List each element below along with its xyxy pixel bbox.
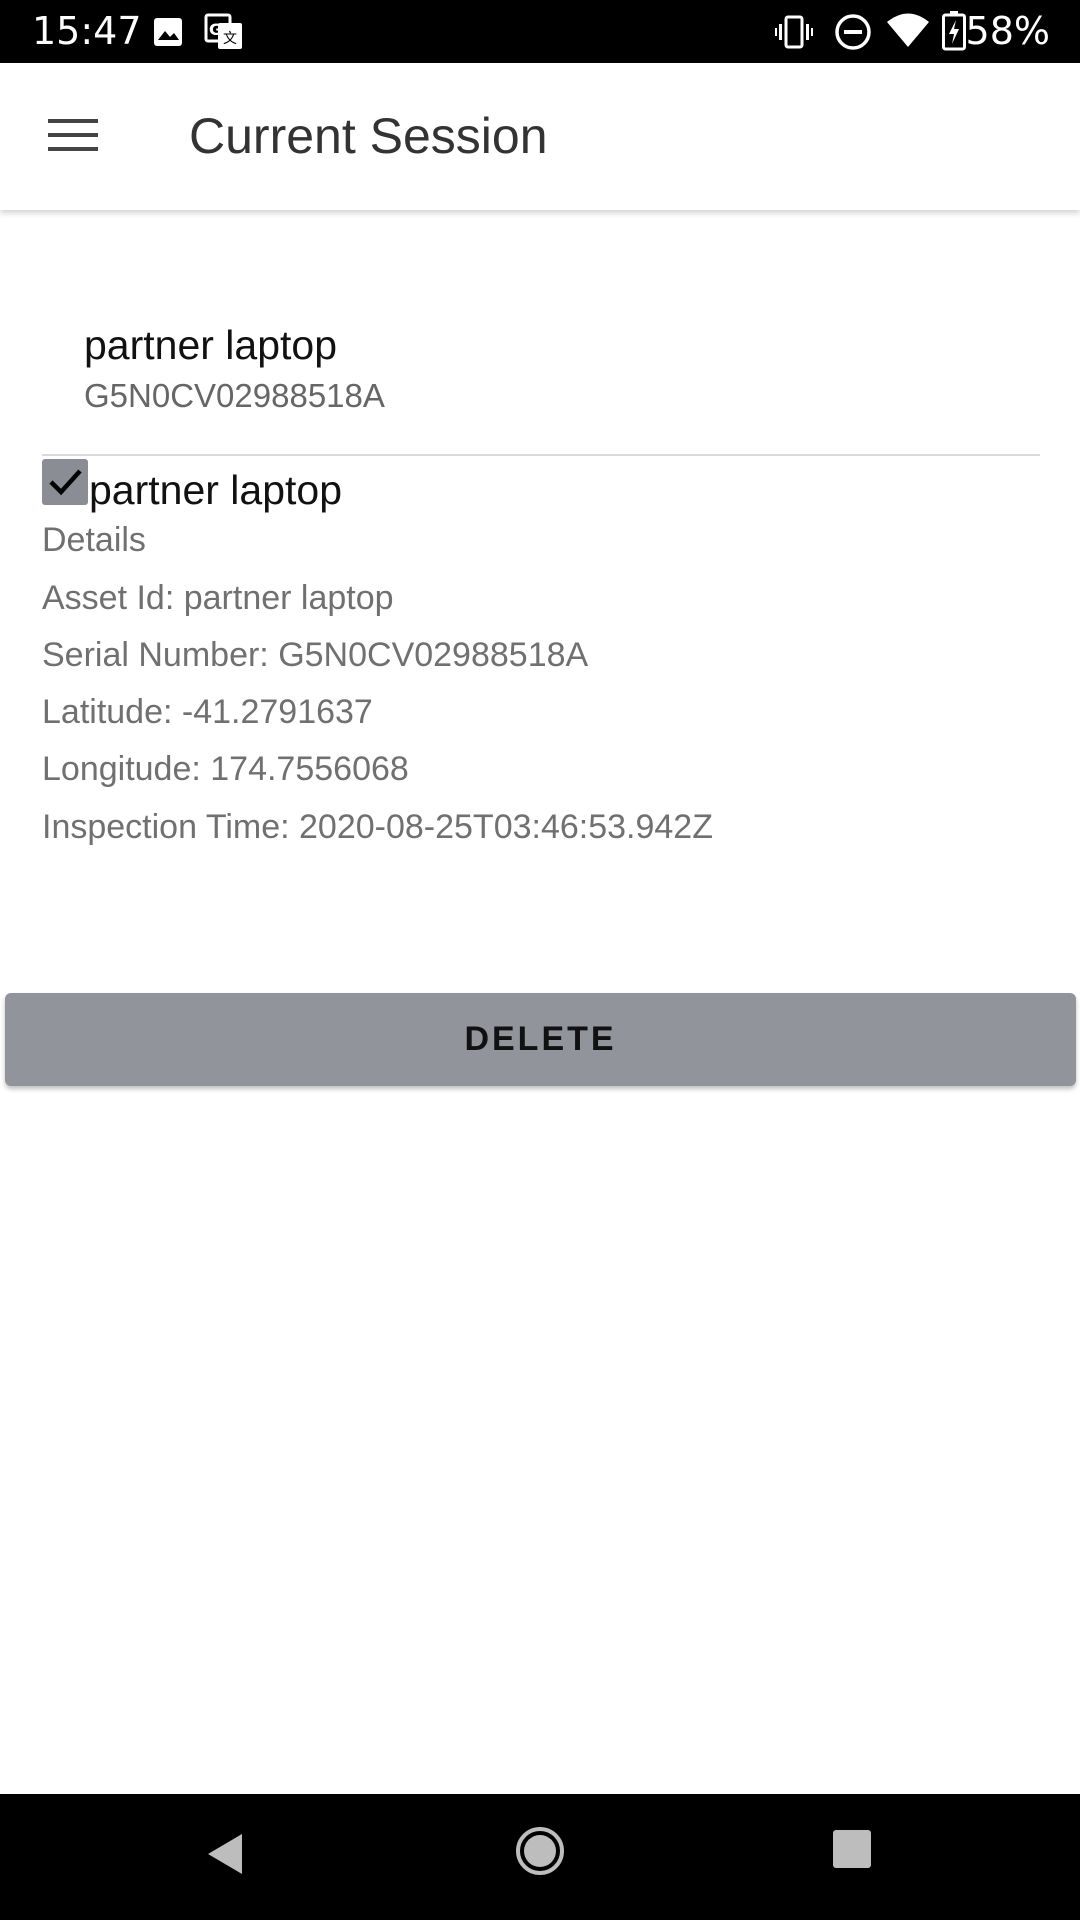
wifi-icon xyxy=(886,13,930,54)
latitude-text: Latitude: -41.2791637 xyxy=(42,693,373,731)
checkbox-label: partner laptop xyxy=(89,467,343,513)
serial-number-text: Serial Number: G5N0CV02988518A xyxy=(42,636,589,674)
home-icon xyxy=(512,1827,568,1883)
battery-percentage: 58% xyxy=(965,9,1050,53)
list-item[interactable]: partner laptop G5N0CV02988518A xyxy=(0,310,1040,455)
list-item-title: partner laptop xyxy=(84,322,338,368)
app-bar: Current Session xyxy=(0,63,1080,210)
asset-checkbox[interactable] xyxy=(42,459,88,505)
status-bar: 15:47 G文 58% xyxy=(0,0,1080,63)
list-item-subtitle: G5N0CV02988518A xyxy=(84,377,385,414)
navigation-bar xyxy=(0,1794,1080,1920)
back-icon xyxy=(200,1834,256,1888)
longitude-text: Longitude: 174.7556068 xyxy=(42,750,409,788)
image-icon xyxy=(152,16,184,53)
details-heading: Details xyxy=(42,521,146,559)
menu-button[interactable] xyxy=(30,101,116,173)
delete-button[interactable]: DELETE xyxy=(5,993,1076,1086)
divider xyxy=(42,454,1040,456)
status-time: 15:47 xyxy=(32,9,142,53)
asset-id-text: Asset Id: partner laptop xyxy=(42,579,394,617)
hamburger-menu-icon xyxy=(48,117,98,158)
checkmark-icon xyxy=(42,469,88,509)
translate-icon: G文 xyxy=(204,13,244,56)
page-title: Current Session xyxy=(189,108,548,164)
do-not-disturb-icon xyxy=(834,13,872,56)
recents-icon xyxy=(829,1830,875,1876)
svg-text:G: G xyxy=(209,20,222,39)
home-button[interactable] xyxy=(512,1823,568,1879)
inspection-time-text: Inspection Time: 2020-08-25T03:46:53.942… xyxy=(42,808,713,846)
battery-charging-icon xyxy=(942,11,966,56)
svg-text:文: 文 xyxy=(223,31,237,47)
recents-button[interactable] xyxy=(829,1826,875,1872)
vibrate-icon xyxy=(775,14,813,55)
back-button[interactable] xyxy=(200,1824,256,1884)
